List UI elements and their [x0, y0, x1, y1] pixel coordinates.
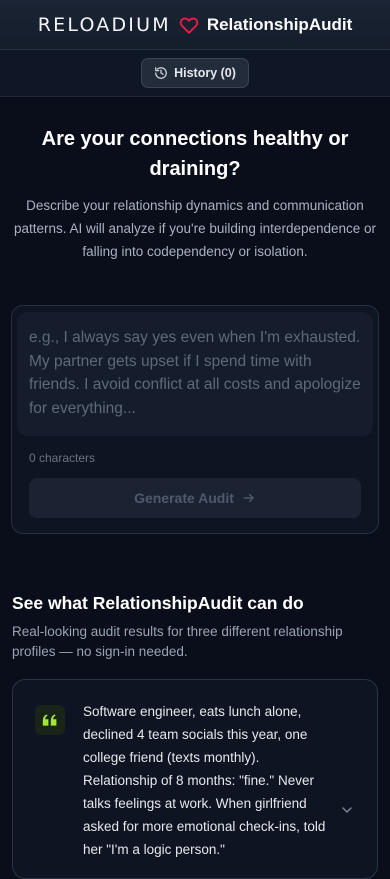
app-header: RELOADIUM RelationshipAudit: [0, 0, 390, 50]
generate-audit-button[interactable]: Generate Audit: [29, 478, 361, 518]
app-name: RelationshipAudit: [206, 14, 353, 34]
chevron-down-icon[interactable]: [335, 798, 359, 822]
quote-icon: [35, 705, 65, 735]
reloadium-logo[interactable]: RELOADIUM: [38, 14, 171, 36]
examples-description: Real-looking audit results for three dif…: [12, 624, 343, 659]
example-card[interactable]: Software engineer, eats lunch alone, dec…: [12, 679, 378, 879]
examples-heading: See what RelationshipAudit can do: [12, 593, 304, 613]
page-description: Describe your relationship dynamics and …: [13, 198, 377, 259]
heart-icon: [179, 16, 199, 34]
arrow-right-icon: [242, 491, 256, 505]
generate-audit-label: Generate Audit: [134, 490, 234, 506]
history-icon: [154, 66, 168, 80]
history-button[interactable]: History (0): [141, 58, 249, 88]
relationship-description-input[interactable]: e.g., I always say yes even when I'm exh…: [17, 312, 373, 436]
page-title: Are your connections healthy or draining…: [41, 128, 349, 180]
history-label: History (0): [174, 66, 236, 80]
audit-input-card: e.g., I always say yes even when I'm exh…: [11, 305, 379, 534]
example-profile-text: Software engineer, eats lunch alone, dec…: [83, 704, 326, 857]
character-counter: 0 characters: [29, 451, 96, 465]
history-bar: History (0): [0, 50, 390, 97]
